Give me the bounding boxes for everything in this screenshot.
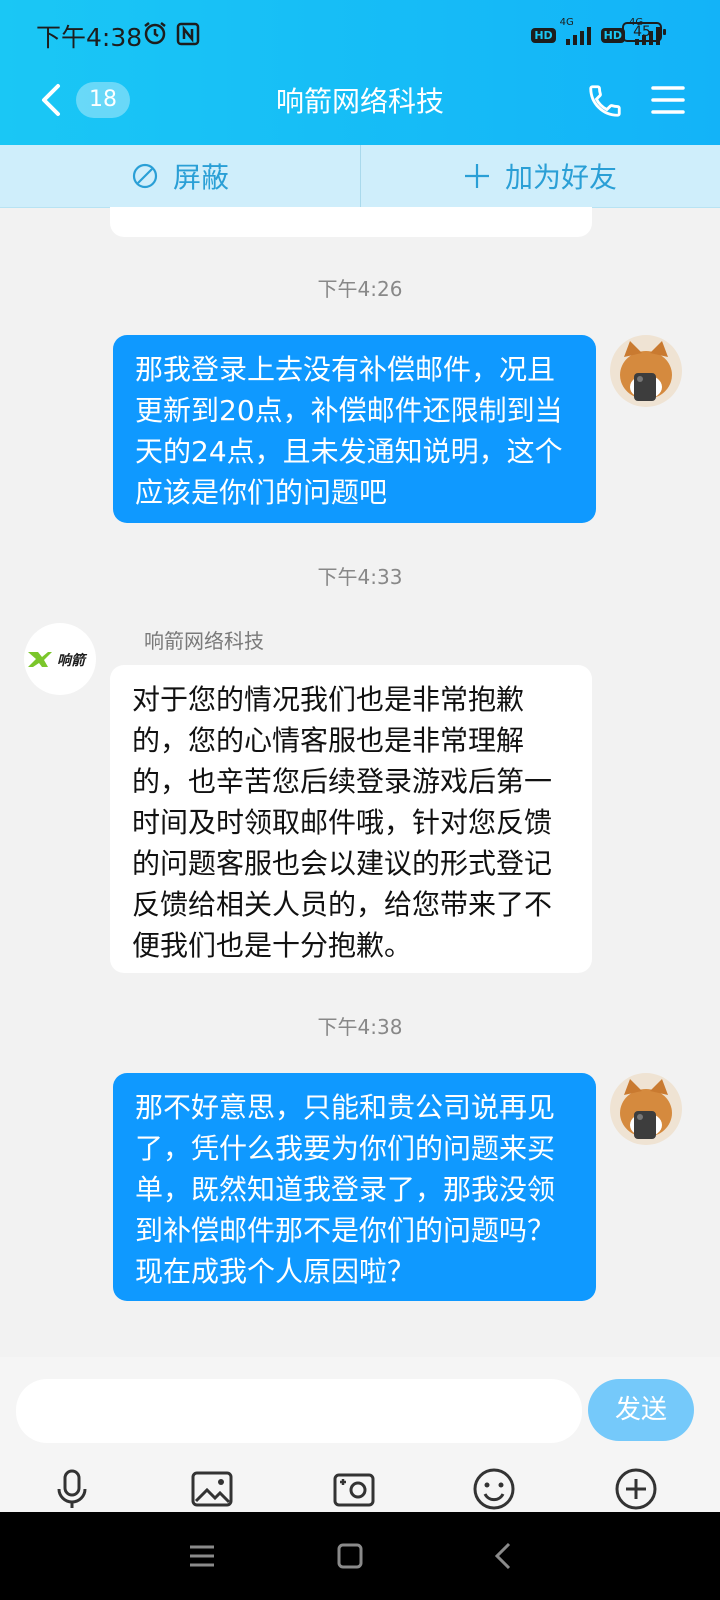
message-input[interactable] [16, 1379, 582, 1443]
company-avatar[interactable]: 响箭 [24, 623, 96, 695]
phone-icon[interactable] [586, 82, 624, 120]
nfc-icon [176, 22, 200, 46]
message-bubble-outgoing[interactable]: 那我登录上去没有补偿邮件，况且更新到20点，补偿邮件还限制到当天的24点，且未发… [113, 335, 596, 523]
alarm-icon [144, 22, 166, 45]
status-bar: 下午4:38 HD 4G HD 4G 45 [0, 14, 720, 54]
svg-text:响箭: 响箭 [57, 652, 88, 669]
signal-icon-1: 4G [560, 17, 591, 45]
system-nav-bar [0, 1512, 720, 1600]
hd-badge-1: HD [531, 27, 556, 43]
message-bubble-outgoing[interactable]: 那不好意思，只能和贵公司说再见了，凭什么我要为你们的问题来买单，既然知道我登录了… [113, 1073, 596, 1301]
battery-icon: 45 [622, 22, 666, 42]
my-avatar[interactable] [610, 335, 682, 407]
message-bubble-partial[interactable]: 时哦 [110, 207, 592, 237]
status-time: 下午4:38 [36, 23, 143, 52]
home-icon[interactable] [334, 1540, 366, 1572]
block-button[interactable]: 屏蔽 [0, 145, 361, 207]
company-logo-icon: 响箭 [28, 652, 88, 669]
timestamp: 下午4:26 [317, 277, 403, 301]
emoji-icon[interactable] [472, 1467, 516, 1511]
title-bar: 18 响箭网络科技 [0, 70, 720, 130]
unread-count-badge[interactable]: 18 [76, 82, 130, 118]
microphone-icon[interactable] [50, 1467, 94, 1511]
app-header: 下午4:38 HD 4G HD 4G 45 18 响箭网络科技 [0, 0, 720, 145]
timestamp: 下午4:33 [317, 565, 403, 589]
shiba-avatar-image [610, 1073, 682, 1145]
back-arrow-icon[interactable] [36, 80, 68, 120]
recent-apps-icon[interactable] [186, 1540, 218, 1572]
input-toolbar [0, 1467, 720, 1511]
add-friend-label: 加为好友 [504, 161, 617, 194]
camera-icon[interactable] [332, 1467, 376, 1511]
shiba-avatar-image [610, 335, 682, 407]
chat-area[interactable]: 时哦 下午4:26 那我登录上去没有补偿邮件，况且更新到20点，补偿邮件还限制到… [0, 207, 720, 1357]
image-icon[interactable] [190, 1467, 234, 1511]
plus-icon [464, 164, 489, 188]
back-icon[interactable] [488, 1540, 520, 1572]
message-bubble-incoming[interactable]: 对于您的情况我们也是非常抱歉的，您的心情客服也是非常理解的，也辛苦您后续登录游戏… [110, 665, 592, 973]
send-button[interactable]: 发送 [588, 1379, 694, 1441]
input-bar: 发送 [0, 1357, 720, 1512]
block-icon [132, 163, 158, 189]
menu-icon[interactable] [650, 84, 686, 116]
plus-circle-icon[interactable] [614, 1467, 658, 1511]
chat-title: 响箭网络科技 [275, 85, 444, 118]
my-avatar[interactable] [610, 1073, 682, 1145]
add-friend-button[interactable]: 加为好友 [360, 145, 720, 207]
timestamp: 下午4:38 [317, 1015, 403, 1039]
stranger-action-bar: 屏蔽 加为好友 [0, 145, 720, 208]
block-label: 屏蔽 [172, 161, 229, 194]
sender-name: 响箭网络科技 [144, 629, 264, 653]
